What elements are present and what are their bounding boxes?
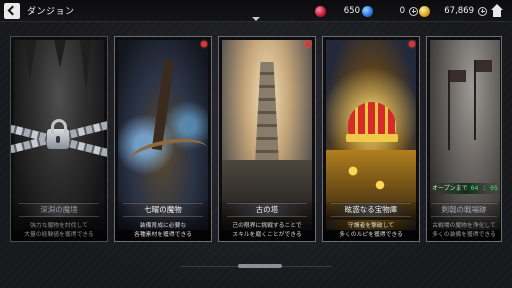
new-badge-icon — [305, 41, 311, 47]
red-gem-icon — [315, 5, 326, 17]
open-timer: オープンまで 04 : 05 — [430, 183, 500, 194]
dropdown-arrow-icon[interactable] — [252, 17, 260, 21]
blue-gem-value: 0 — [399, 6, 405, 16]
add-blue-gem-icon[interactable] — [409, 6, 418, 16]
page-title: ダンジョン — [27, 7, 75, 17]
scroll-thumb[interactable] — [238, 264, 282, 268]
lock-icon — [47, 119, 69, 149]
red-gem-value: 650 — [343, 6, 360, 16]
card-title: 深淵の魔境 — [19, 203, 99, 217]
card-description: 己の限界に挑戦することで スキルを磨くことができる — [232, 223, 302, 238]
card-title: 眩惑なる宝物庫 — [331, 203, 411, 217]
home-icon[interactable] — [490, 4, 504, 18]
card-description: 強力な魔物を討伐して 大量の経験値を獲得できる — [24, 223, 94, 238]
card-title: 剣戟の戦場跡 — [431, 203, 497, 217]
gold-counter[interactable]: 67,869 — [419, 4, 487, 18]
gold-coin-icon — [419, 5, 430, 17]
card-title: 七曜の魔物 — [123, 203, 203, 217]
new-badge-icon — [409, 41, 415, 47]
gold-value: 67,869 — [444, 6, 474, 16]
card-description: 装備育成に必要な 各種素材を獲得できる — [134, 223, 192, 238]
dungeon-card-battlefield[interactable]: オープンまで 04 : 05 剣戟の戦場跡 古戦場の魔物を浄化して 多くの装備を獲… — [426, 36, 502, 242]
dungeon-card-abyss[interactable]: 深淵の魔境 強力な魔物を討伐して 大量の経験値を獲得できる — [10, 36, 108, 242]
blue-gem-icon — [362, 5, 373, 17]
red-gem-counter[interactable]: 650 — [315, 4, 360, 18]
blue-gem-counter[interactable]: 0 — [362, 4, 418, 18]
dungeon-card-ancient-tower[interactable]: 古の塔 己の限界に挑戦することで スキルを磨くことができる — [218, 36, 316, 242]
card-title: 古の塔 — [227, 203, 307, 217]
dungeon-card-seven-days[interactable]: 七曜の魔物 装備育成に必要な 各種素材を獲得できる — [114, 36, 212, 242]
dungeon-card-treasury[interactable]: 眩惑なる宝物庫 守護者を撃破して 多くのルピを獲得できる — [322, 36, 420, 242]
new-badge-icon — [201, 41, 207, 47]
back-arrow-icon[interactable] — [4, 3, 20, 19]
card-description: 守護者を撃破して 多くのルピを獲得できる — [339, 223, 403, 238]
card-description: 古戦場の魔物を浄化して 多くの装備を獲得できる — [432, 223, 496, 238]
add-gold-icon[interactable] — [478, 6, 487, 16]
